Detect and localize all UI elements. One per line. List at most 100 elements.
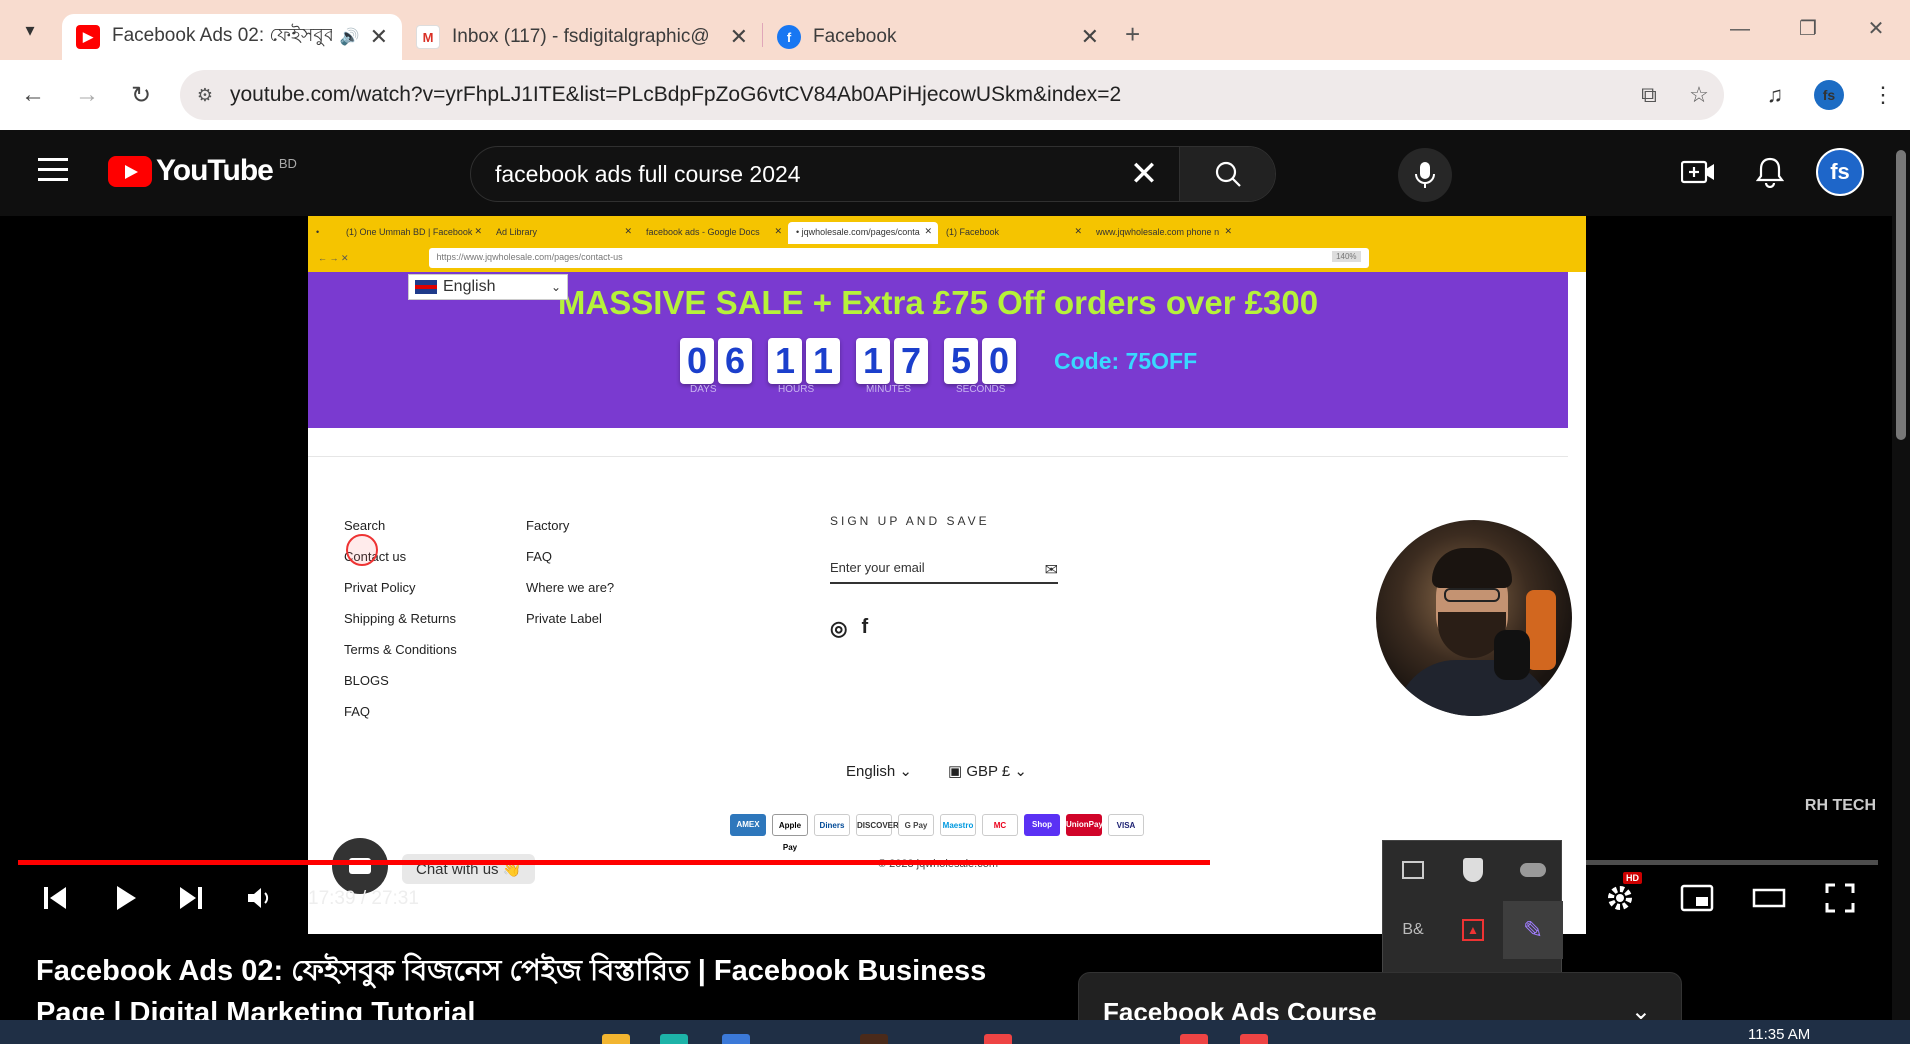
mastercard-icon: MC <box>982 814 1018 836</box>
play-button[interactable] <box>110 880 140 916</box>
footer-link: Private Label <box>526 611 602 626</box>
video-content-frame: • (1) One Ummah BD | Facebook ✕ Ad Librar… <box>308 216 1586 934</box>
youtube-header: YouTube BD facebook ads full course 2024… <box>0 130 1910 216</box>
display-tray-icon[interactable] <box>1383 841 1443 899</box>
next-button[interactable] <box>176 880 206 916</box>
clear-search-icon[interactable]: ✕ <box>1109 154 1179 194</box>
close-window-icon[interactable]: ✕ <box>1842 0 1910 60</box>
close-tab-icon[interactable]: ✕ <box>1081 24 1099 50</box>
new-tab-icon[interactable]: + <box>1125 19 1140 50</box>
countdown-digit: 0 <box>982 338 1016 384</box>
discover-icon: DISCOVER <box>856 814 899 836</box>
player-controls: 17:39 / 27:31 HD <box>0 872 1910 924</box>
profile-avatar[interactable]: fs <box>1814 80 1844 110</box>
glasses-shape <box>1444 588 1500 602</box>
settings-button[interactable]: HD <box>1604 872 1642 916</box>
taskbar-app-icon[interactable] <box>722 1034 750 1044</box>
minimize-icon[interactable]: — <box>1706 0 1774 60</box>
bookmark-star-icon[interactable]: ☆ <box>1674 82 1724 108</box>
countdown-label: MINUTES <box>866 384 911 395</box>
chrome-icon[interactable] <box>984 1034 1012 1044</box>
instagram-icon: ◎ <box>830 618 848 640</box>
unionpay-icon: UnionPay <box>1066 814 1103 836</box>
tab-search-chevron-icon[interactable]: ▾ <box>8 8 52 52</box>
countdown-label: DAYS <box>690 384 717 395</box>
media-control-icon[interactable]: ♫ <box>1748 82 1802 108</box>
fullscreen-button[interactable] <box>1824 880 1856 916</box>
taskbar-app-icon[interactable] <box>860 1034 888 1044</box>
rh-tech-watermark: RH TECH <box>1804 797 1876 814</box>
miniplayer-icon <box>1680 884 1714 912</box>
browser-toolbar: ← → ↻ ⚙ youtube.com/watch?v=yrFhpLJ1ITE&… <box>0 60 1910 130</box>
inner-tab-menu: • <box>316 227 320 237</box>
address-bar[interactable]: ⚙ youtube.com/watch?v=yrFhpLJ1ITE&list=P… <box>180 70 1724 120</box>
create-video-button[interactable] <box>1662 159 1734 185</box>
scrollbar-thumb[interactable] <box>1896 150 1906 440</box>
forward-icon[interactable]: → <box>60 81 114 109</box>
countdown-digit: 5 <box>944 338 978 384</box>
pen-tool-icon[interactable]: ✎ <box>1503 901 1563 959</box>
close-tab-icon[interactable]: ✕ <box>730 24 748 50</box>
taskbar-clock: 11:35 AM <box>1748 1026 1811 1043</box>
site-info-icon[interactable]: ⚙ <box>180 85 230 106</box>
voice-search-button[interactable] <box>1398 148 1452 202</box>
countdown-digit: 1 <box>806 338 840 384</box>
tab-gmail[interactable]: M Inbox (117) - fsdigitalgraphic@ ✕ <box>402 14 762 60</box>
chrome-icon[interactable] <box>1180 1034 1208 1044</box>
bd-app-icon[interactable]: B& <box>1383 901 1443 959</box>
facebook-icon: f <box>861 616 869 638</box>
countdown-label: SECONDS <box>956 384 1006 395</box>
file-explorer-icon[interactable] <box>602 1034 630 1044</box>
search-input[interactable]: facebook ads full course 2024 <box>471 161 1109 188</box>
reload-icon[interactable]: ↻ <box>114 81 168 110</box>
divider <box>308 456 1568 457</box>
inner-tab: www.jqwholesale.com phone n ✕ <box>1096 226 1232 237</box>
search-button[interactable] <box>1179 147 1275 201</box>
theater-mode-button[interactable] <box>1752 880 1786 916</box>
adobe-icon[interactable]: ▲ <box>1443 901 1503 959</box>
footer-currency: ▣ GBP £ ⌄ <box>947 763 1027 780</box>
footer-link: Shipping & Returns <box>344 611 457 626</box>
open-in-app-icon[interactable]: ⧉ <box>1624 82 1674 108</box>
inner-url-bar: https://www.jqwholesale.com/pages/contac… <box>428 248 1369 268</box>
previous-button[interactable] <box>40 880 70 916</box>
miniplayer-button[interactable] <box>1680 880 1714 916</box>
security-shield-icon[interactable] <box>1443 841 1503 899</box>
seek-bar[interactable] <box>18 860 1878 865</box>
close-tab-icon[interactable]: ✕ <box>370 24 388 50</box>
notifications-button[interactable] <box>1734 156 1806 188</box>
menu-kebab-icon[interactable]: ⋮ <box>1856 82 1910 108</box>
apple-pay-icon: Apple Pay <box>772 814 808 852</box>
tab-title: Facebook <box>813 26 897 47</box>
mute-button[interactable] <box>244 880 274 916</box>
chrome-icon[interactable] <box>1240 1034 1268 1044</box>
hamburger-menu-icon[interactable] <box>38 158 68 188</box>
email-field: Enter your email ✉ <box>830 556 1058 584</box>
restore-icon[interactable]: ❐ <box>1774 0 1842 60</box>
shop-pay-icon: Shop Pay <box>1024 814 1060 851</box>
tab-youtube[interactable]: ▶ Facebook Ads 02: ফেইসবুক 🔊 ✕ <box>62 14 402 60</box>
speaker-icon[interactable]: 🔊 <box>340 27 360 47</box>
account-avatar[interactable]: fs <box>1816 148 1864 196</box>
countdown-digit: 1 <box>768 338 802 384</box>
back-icon[interactable]: ← <box>6 81 60 109</box>
inner-address-row: ← → ✕ https://www.jqwholesale.com/pages/… <box>308 244 1586 272</box>
facebook-favicon-icon: f <box>777 25 801 49</box>
countdown-digit: 0 <box>680 338 714 384</box>
gmail-favicon-icon: M <box>416 25 440 49</box>
taskbar-app-icon[interactable] <box>660 1034 688 1044</box>
url-text[interactable]: youtube.com/watch?v=yrFhpLJ1ITE&list=PLc… <box>230 83 1624 107</box>
countdown-digit: 1 <box>856 338 890 384</box>
onedrive-cloud-icon[interactable] <box>1503 841 1563 899</box>
page-scrollbar[interactable] <box>1892 130 1910 1044</box>
youtube-logo[interactable]: YouTube BD <box>108 154 297 188</box>
create-video-icon <box>1681 160 1714 184</box>
tab-facebook[interactable]: f Facebook ✕ <box>763 14 1113 60</box>
played-progress <box>18 860 1211 865</box>
uk-flag-icon <box>415 280 437 294</box>
footer-link: FAQ <box>344 704 371 719</box>
footer-link: BLOGS <box>344 673 389 688</box>
hair-shape <box>1432 548 1512 588</box>
video-player[interactable]: • (1) One Ummah BD | Facebook ✕ Ad Librar… <box>0 216 1910 934</box>
footer-link: Privat Policy <box>344 580 416 595</box>
